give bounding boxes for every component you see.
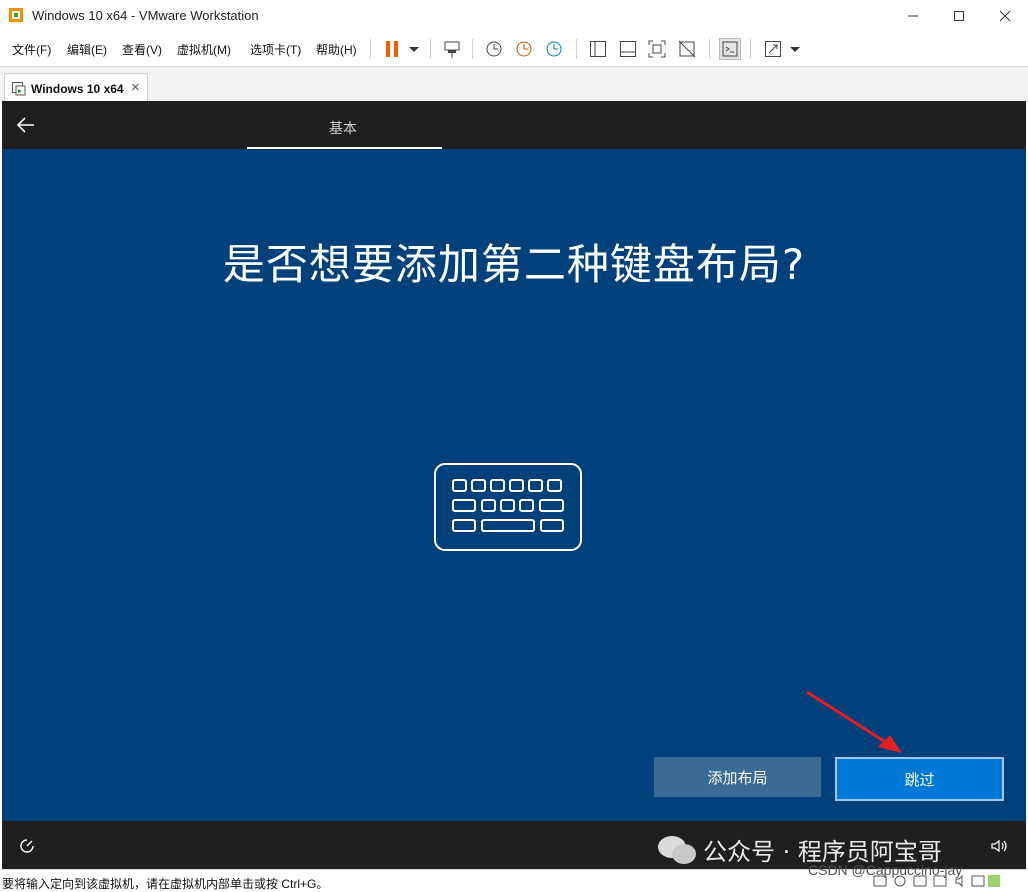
add-layout-button[interactable]: 添加布局	[654, 757, 821, 797]
volume-icon[interactable]	[990, 837, 1008, 855]
csdn-watermark: CSDN @Cappuccino-jay	[808, 862, 963, 878]
toolbar-separator	[709, 39, 710, 59]
vmware-app-icon	[9, 8, 23, 22]
chevron-down-icon[interactable]	[785, 39, 805, 59]
toolbar-separator	[472, 39, 473, 59]
tab-strip: Windows 10 x64 ×	[0, 66, 1028, 102]
close-button[interactable]	[982, 0, 1028, 32]
menu-vm[interactable]: 虚拟机(M)	[177, 41, 231, 58]
snapshot-icon[interactable]	[484, 39, 504, 59]
snapshot-manager-icon[interactable]	[544, 39, 564, 59]
menu-view[interactable]: 查看(V)	[122, 41, 162, 58]
unity-icon[interactable]	[677, 39, 697, 59]
close-icon	[999, 10, 1011, 22]
minimize-icon	[908, 15, 918, 17]
menu-file[interactable]: 文件(F)	[12, 41, 51, 58]
tab-close-icon[interactable]: ×	[131, 79, 140, 96]
revert-snapshot-icon[interactable]	[514, 39, 534, 59]
console-view-icon[interactable]	[719, 38, 741, 60]
title-bar: Windows 10 x64 - VMware Workstation	[0, 0, 1028, 32]
maximize-icon	[954, 11, 964, 21]
section-underline	[247, 147, 442, 149]
menu-help[interactable]: 帮助(H)	[316, 41, 357, 58]
toolbar-separator	[576, 39, 577, 59]
oobe-section-label: 基本	[329, 120, 357, 136]
menu-edit[interactable]: 编辑(E)	[67, 41, 107, 58]
toolbar-separator	[370, 39, 371, 59]
stretch-icon[interactable]	[763, 39, 783, 59]
tab-windows-10-x64[interactable]: Windows 10 x64 ×	[4, 73, 148, 102]
menu-tabs[interactable]: 选项卡(T)	[250, 41, 301, 58]
page-title: 是否想要添加第二种键盘布局?	[222, 240, 806, 289]
back-arrow-icon[interactable]	[16, 115, 36, 135]
status-message: 要将输入定向到该虚拟机，请在虚拟机内部单击或按 Ctrl+G。	[2, 877, 329, 891]
thumbnail-bar-icon[interactable]	[618, 39, 638, 59]
menu-bar: 文件(F) 编辑(E) 查看(V) 虚拟机(M) 选项卡(T) 帮助(H)	[0, 32, 1028, 66]
chevron-down-icon[interactable]	[404, 39, 424, 59]
toolbar-separator	[750, 39, 751, 59]
window-title: Windows 10 x64 - VMware Workstation	[32, 8, 259, 23]
show-library-icon[interactable]	[588, 39, 608, 59]
maximize-button[interactable]	[936, 0, 982, 32]
tab-label: Windows 10 x64	[31, 82, 124, 96]
minimize-button[interactable]	[890, 0, 936, 32]
keyboard-icon	[434, 463, 582, 551]
pause-icon[interactable]	[382, 39, 402, 59]
oobe-header: 基本	[2, 101, 1026, 149]
wechat-icon	[658, 836, 696, 864]
vm-screen[interactable]: 基本 是否想要添加第二种键盘布局? 添加布局 跳过	[2, 101, 1026, 869]
vm-icon	[12, 82, 26, 96]
toolbar-separator	[430, 39, 431, 59]
send-ctrl-alt-del-icon[interactable]	[442, 39, 462, 59]
annotation-arrow-icon	[806, 690, 902, 753]
skip-button[interactable]: 跳过	[835, 757, 1004, 801]
ease-of-access-icon[interactable]	[18, 837, 36, 855]
full-screen-icon[interactable]	[647, 39, 667, 59]
